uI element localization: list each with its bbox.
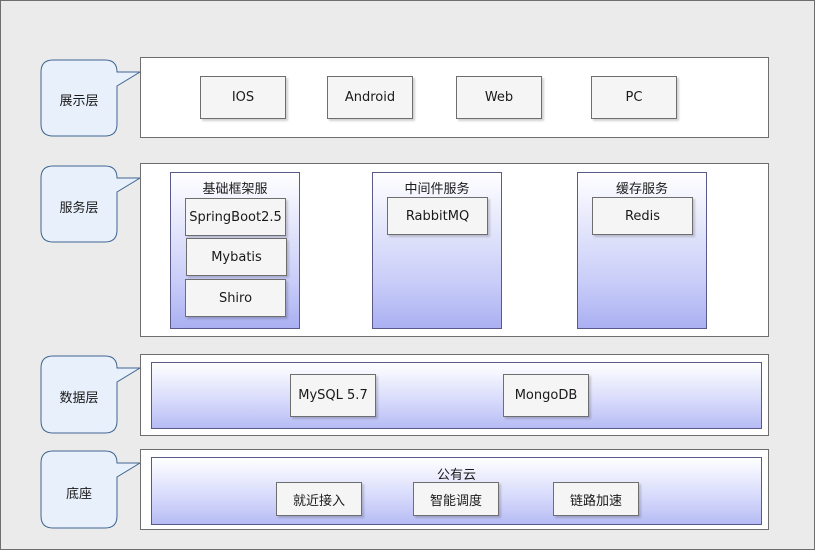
service-item-redis: Redis [592, 197, 693, 235]
data-store-mongodb: MongoDB [503, 374, 589, 417]
capability-smart-scheduling: 智能调度 [413, 482, 499, 516]
service-item-springboot: SpringBoot2.5 [185, 198, 286, 236]
capability-link-acceleration: 链路加速 [553, 482, 639, 516]
client-web: Web [456, 76, 542, 119]
data-store-mysql: MySQL 5.7 [290, 374, 376, 417]
service-item-mybatis: Mybatis [186, 238, 287, 276]
client-android: Android [327, 76, 413, 119]
base-layer-panel: 公有云 就近接入 智能调度 链路加速 [140, 449, 769, 530]
service-column-title: 基础框架服 [202, 182, 268, 197]
service-column-framework: 基础框架服 SpringBoot2.5 Mybatis Shiro [170, 172, 300, 329]
service-item-shiro: Shiro [185, 279, 286, 317]
public-cloud-title: 公有云 [436, 468, 476, 483]
presentation-layer-panel: IOS Android Web PC [140, 57, 769, 138]
service-column-cache: 缓存服务 Redis [577, 172, 707, 329]
public-cloud-band: 公有云 就近接入 智能调度 链路加速 [151, 457, 762, 525]
service-item-rabbitmq: RabbitMQ [387, 197, 488, 235]
data-store-band: MySQL 5.7 MongoDB [151, 362, 762, 429]
presentation-layer-label: 展示层 [59, 94, 99, 109]
service-column-title: 缓存服务 [615, 182, 668, 197]
data-layer-label: 数据层 [59, 391, 99, 406]
service-layer-label: 服务层 [59, 201, 99, 216]
capability-nearby-access: 就近接入 [276, 482, 362, 516]
client-ios: IOS [200, 76, 286, 119]
service-layer-panel: 基础框架服 SpringBoot2.5 Mybatis Shiro 中间件服务 … [140, 163, 769, 337]
client-pc: PC [591, 76, 677, 119]
base-layer-label: 底座 [65, 487, 92, 502]
service-column-middleware: 中间件服务 RabbitMQ [372, 172, 502, 329]
service-column-title: 中间件服务 [404, 182, 470, 197]
data-layer-panel: MySQL 5.7 MongoDB [140, 354, 769, 436]
